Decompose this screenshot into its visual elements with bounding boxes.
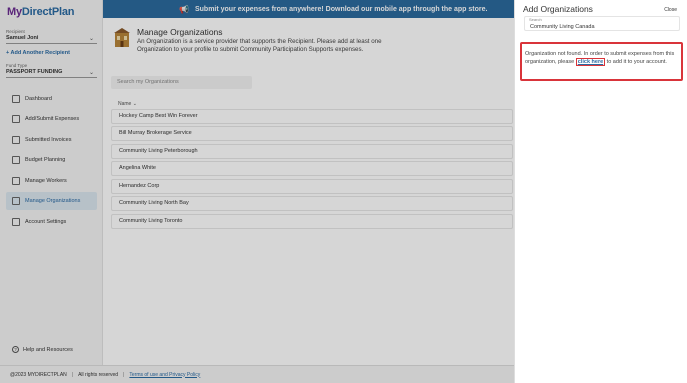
chevron-down-icon[interactable]: ⌄ <box>89 69 94 76</box>
footer: @2023 MYDIRECTPLAN | All rights reserved… <box>0 365 514 383</box>
sidebar-item-label: Account Settings <box>25 219 67 225</box>
click-here-link[interactable]: click here <box>575 58 606 66</box>
sidebar-item-add-submit-expenses[interactable]: Add/Submit Expenses <box>6 110 97 128</box>
sidebar-item-submitted-invoices[interactable]: Submitted Invoices <box>6 131 97 149</box>
workers-icon <box>12 177 20 185</box>
list-item[interactable]: Community Living Toronto <box>111 214 513 229</box>
recipient-underline <box>6 43 97 44</box>
panel-title: Add Organizations <box>523 4 593 14</box>
grid-icon <box>12 156 20 164</box>
footer-divider: | <box>123 371 125 378</box>
sidebar-item-account-settings[interactable]: Account Settings <box>6 213 97 231</box>
help-icon: ? <box>12 346 19 353</box>
sidebar-item-label: Manage Organizations <box>25 198 81 204</box>
sidebar: MyDirectPlan Recipient Samuel Joni ⌄ + A… <box>0 0 103 365</box>
main-content: Manage Organizations An Organization is … <box>103 18 513 365</box>
list-item[interactable]: Community Living North Bay <box>111 196 513 211</box>
sidebar-item-label: Add/Submit Expenses <box>25 116 80 122</box>
list-item[interactable]: Community Living Peterborough <box>111 144 513 159</box>
recipient-label: Recipient <box>6 29 25 34</box>
fund-type-select[interactable]: PASSPORT FUNDING <box>6 69 62 75</box>
organization-icon <box>12 197 20 205</box>
footer-divider: | <box>71 371 74 378</box>
not-found-text-end: to add it to your account. <box>605 59 667 65</box>
fund-type-label: Fund Type <box>6 63 28 68</box>
copyright-text: @2023 MYDIRECTPLAN <box>10 371 67 378</box>
sidebar-item-manage-workers[interactable]: Manage Workers <box>6 172 97 190</box>
invoice-icon <box>12 136 20 144</box>
recipient-select[interactable]: Samuel Joni <box>6 35 38 41</box>
sidebar-item-label: Dashboard <box>25 96 52 102</box>
sidebar-item-budget-planning[interactable]: Budget Planning <box>6 151 97 169</box>
page-title: Manage Organizations <box>137 27 223 37</box>
page-description: An Organization is a service provider th… <box>137 38 382 53</box>
help-label: Help and Resources <box>23 346 73 353</box>
search-field-label: Search <box>529 17 542 22</box>
organization-search-input[interactable]: Community Living Canada <box>524 16 680 31</box>
terms-link[interactable]: Terms of use and Privacy Policy <box>129 372 200 378</box>
logo[interactable]: MyDirectPlan <box>7 6 75 18</box>
help-resources-link[interactable]: ? Help and Resources <box>12 346 73 353</box>
list-item[interactable]: Hernandez Corp <box>111 179 513 194</box>
sidebar-item-label: Budget Planning <box>25 157 66 163</box>
list-item[interactable]: Hockey Camp Best Win Forever <box>111 109 513 124</box>
megaphone-icon: 📢 <box>179 4 189 14</box>
organization-icon <box>114 28 130 47</box>
search-input[interactable]: Search my Organizations <box>111 76 252 89</box>
not-found-message: Organization not found. In order to subm… <box>520 42 683 81</box>
rights-text: All rights reserved <box>78 371 119 378</box>
close-button[interactable]: Close <box>664 7 677 13</box>
sidebar-item-dashboard[interactable]: Dashboard <box>6 90 97 108</box>
list-item[interactable]: Angelina White <box>111 161 513 176</box>
user-icon <box>12 218 20 226</box>
receipt-icon <box>12 115 20 123</box>
sidebar-item-label: Submitted Invoices <box>25 137 72 143</box>
add-organizations-panel: Add Organizations Close Community Living… <box>514 0 687 383</box>
banner-text: Submit your expenses from anywhere! Down… <box>194 5 488 13</box>
dashboard-icon <box>12 95 20 103</box>
fund-type-underline <box>6 77 97 78</box>
add-recipient-link[interactable]: + Add Another Recipient <box>6 50 70 56</box>
list-item[interactable]: Bill Murray Brokerage Service <box>111 126 513 141</box>
chevron-down-icon[interactable]: ⌄ <box>89 35 94 42</box>
sidebar-item-label: Manage Workers <box>25 178 67 184</box>
column-header-name[interactable]: Name ⌄ <box>118 101 137 107</box>
sidebar-item-manage-organizations[interactable]: Manage Organizations <box>6 192 97 210</box>
